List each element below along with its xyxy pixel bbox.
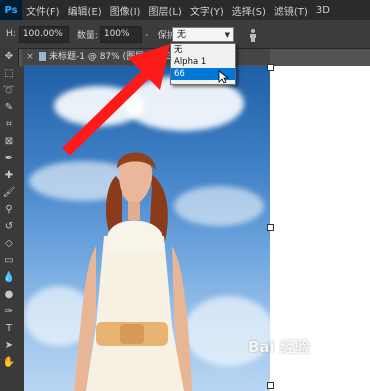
woman-photo	[74, 152, 192, 391]
lasso-tool-icon[interactable]: ➰	[0, 82, 18, 99]
blur-tool-icon[interactable]: 💧	[0, 269, 18, 286]
document-icon	[39, 52, 46, 61]
gradient-tool-icon[interactable]: ▭	[0, 252, 18, 269]
hand-tool-icon[interactable]: ✋	[0, 354, 18, 371]
photoshop-logo: Ps	[0, 0, 22, 20]
move-tool-icon[interactable]: ✥	[0, 48, 18, 65]
marquee-tool-icon[interactable]: ⬚	[0, 65, 18, 82]
tools-panel: ✥ ⬚ ➰ ✎ ⌗ ⊠ ✒ ✚ 🖌 ⚲ ↺ ◇ ▭ 💧 ● ✑ T ➤ ✋	[0, 48, 19, 391]
menu-edit[interactable]: 编辑(E)	[64, 3, 106, 18]
path-selection-tool-icon[interactable]: ➤	[0, 337, 18, 354]
menu-filter[interactable]: 滤镜(T)	[270, 3, 312, 18]
type-tool-icon[interactable]: T	[0, 320, 18, 337]
chevron-down-icon: ▼	[224, 31, 230, 39]
protect-skin-tones-icon[interactable]	[246, 28, 260, 42]
close-tab-icon[interactable]: ×	[24, 49, 36, 65]
eraser-tool-icon[interactable]: ◇	[0, 235, 18, 252]
pen-tool-icon[interactable]: ✑	[0, 303, 18, 320]
dodge-tool-icon[interactable]: ●	[0, 286, 18, 303]
protect-select[interactable]: 无 ▼	[172, 27, 234, 42]
menu-layer[interactable]: 图层(L)	[144, 3, 185, 18]
dropdown-option-alpha1[interactable]: Alpha 1	[171, 56, 235, 68]
history-brush-tool-icon[interactable]: ↺	[0, 218, 18, 235]
menu-type[interactable]: 文字(Y)	[186, 3, 228, 18]
transform-handle-right[interactable]	[267, 224, 274, 231]
canvas-image[interactable]	[24, 66, 270, 391]
menu-select[interactable]: 选择(S)	[228, 3, 270, 18]
h-label: H:	[6, 29, 16, 39]
mouse-cursor-icon	[218, 70, 230, 84]
dropdown-option-none[interactable]: 无	[171, 44, 235, 56]
menu-3d[interactable]: 3D	[312, 5, 334, 16]
quick-select-tool-icon[interactable]: ✎	[0, 99, 18, 116]
healing-brush-tool-icon[interactable]: ✚	[0, 167, 18, 184]
menu-image[interactable]: 图像(I)	[106, 3, 145, 18]
amount-input[interactable]: 100%	[99, 25, 142, 43]
document-tab-title: 未标题-1 @ 87% (图层 1, RGB/8)	[49, 52, 191, 62]
protect-select-value: 无	[177, 30, 187, 40]
transform-handle-top-right[interactable]	[267, 64, 274, 71]
clone-stamp-tool-icon[interactable]: ⚲	[0, 201, 18, 218]
menu-file[interactable]: 文件(F)	[22, 3, 64, 18]
eyedropper-tool-icon[interactable]: ✒	[0, 150, 18, 167]
crop-tool-icon[interactable]: ⌗	[0, 116, 18, 133]
baidu-watermark: Bai 经验	[248, 338, 310, 356]
brush-tool-icon[interactable]: 🖌	[0, 184, 18, 201]
frame-tool-icon[interactable]: ⊠	[0, 133, 18, 150]
menu-bar: Ps 文件(F) 编辑(E) 图像(I) 图层(L) 文字(Y) 选择(S) 滤…	[0, 0, 370, 20]
transform-handle-bottom-right[interactable]	[267, 382, 274, 389]
amount-label: 数量:	[76, 30, 98, 41]
h-input[interactable]: 100.00%	[18, 25, 69, 43]
amount-chevron-icon[interactable]: ⌄	[144, 30, 150, 38]
